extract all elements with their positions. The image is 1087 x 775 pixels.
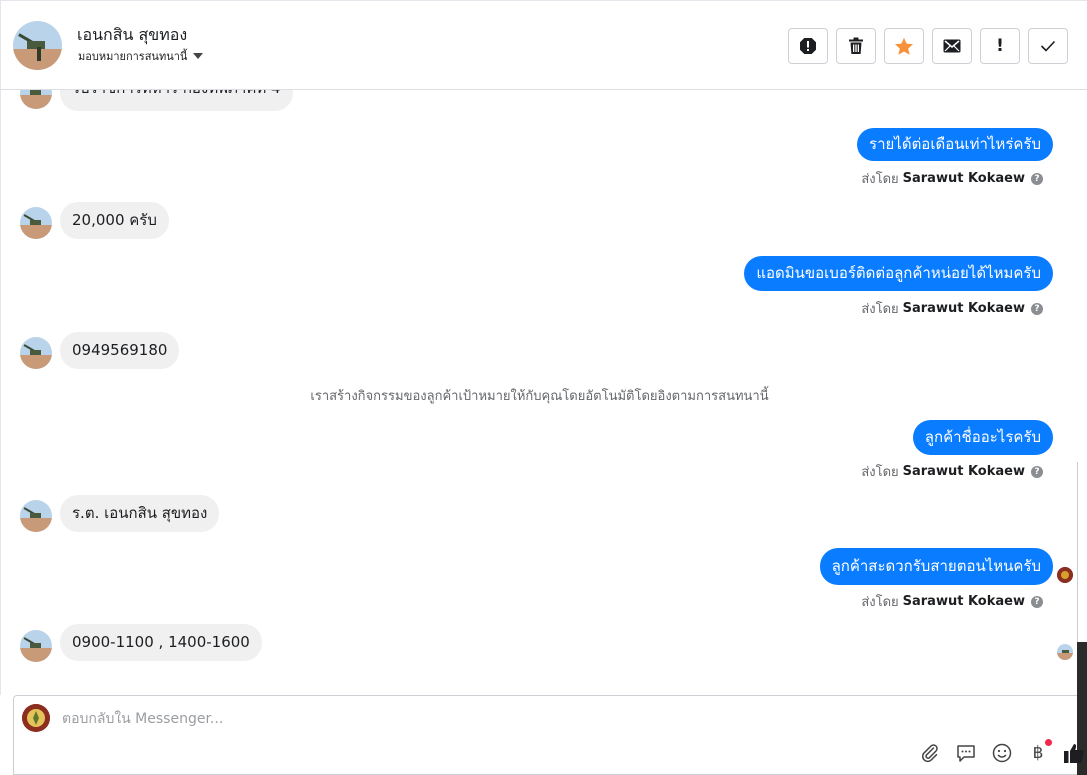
reply-input[interactable] xyxy=(62,708,862,730)
message-outgoing: รายได้ต่อเดือนเท่าไหร่ครับ xyxy=(857,128,1053,161)
exclamation-icon: ! xyxy=(996,36,1004,56)
paperclip-icon xyxy=(922,744,938,763)
header-actions: ! xyxy=(788,28,1068,64)
thumbs-up-icon xyxy=(1064,744,1084,763)
baht-icon: ฿ xyxy=(1032,743,1044,763)
sent-by-prefix: ส่งโดย xyxy=(861,465,899,480)
mark-unread-button[interactable] xyxy=(932,28,972,64)
mail-icon xyxy=(943,39,961,53)
star-icon xyxy=(895,37,913,55)
side-panel-edge xyxy=(1077,462,1087,642)
message-outgoing: แอดมินขอเบอร์ติดต่อลูกค้าหน่อยได้ไหมครับ xyxy=(744,256,1053,291)
report-button[interactable] xyxy=(788,28,828,64)
contact-avatar-small xyxy=(20,90,52,109)
seen-indicator-avatar xyxy=(1057,567,1073,583)
assign-conversation-dropdown[interactable]: มอบหมายการสนทนานี้ xyxy=(78,47,204,65)
contact-avatar[interactable] xyxy=(13,21,62,70)
sender-name: Sarawut Kokaew xyxy=(902,464,1025,479)
mark-done-button[interactable] xyxy=(1028,28,1068,64)
sender-name: Sarawut Kokaew xyxy=(902,301,1025,316)
sent-by-label: ส่งโดย Sarawut Kokaew ? xyxy=(861,461,1043,482)
composer-tools: ฿ xyxy=(919,739,1085,764)
attach-button[interactable] xyxy=(919,742,941,764)
seen-indicator-avatar xyxy=(1057,644,1073,660)
check-icon xyxy=(1040,40,1056,52)
caret-down-icon xyxy=(193,53,204,59)
sent-by-prefix: ส่งโดย xyxy=(861,595,899,610)
system-note: เราสร้างกิจกรรมของลูกค้าเป้าหมายให้กับคุ… xyxy=(310,389,769,404)
sent-by-prefix: ส่งโดย xyxy=(861,302,899,317)
contact-avatar-small xyxy=(20,500,52,532)
help-icon[interactable]: ? xyxy=(1031,302,1043,315)
assign-label: มอบหมายการสนทนานี้ xyxy=(78,50,188,63)
sent-by-label: ส่งโดย Sarawut Kokaew ? xyxy=(861,168,1043,189)
smiley-icon xyxy=(992,743,1012,763)
page-avatar xyxy=(22,704,50,732)
contact-avatar-small xyxy=(20,207,52,239)
sender-name: Sarawut Kokaew xyxy=(902,171,1025,186)
help-icon[interactable]: ? xyxy=(1031,172,1043,185)
sent-by-label: ส่งโดย Sarawut Kokaew ? xyxy=(861,298,1043,319)
message-incoming: รับราชการทหาร กองทัพภาคที่ 4 xyxy=(60,90,293,111)
help-icon[interactable]: ? xyxy=(1031,595,1043,608)
delete-button[interactable] xyxy=(836,28,876,64)
message-thread[interactable]: รับราชการทหาร กองทัพภาคที่ 4 รายได้ต่อเด… xyxy=(0,90,1077,695)
conversation-header: เอนกสิน สุขทอง มอบหมายการสนทนานี้ ! xyxy=(0,0,1087,90)
star-button[interactable] xyxy=(884,28,924,64)
sent-by-label: ส่งโดย Sarawut Kokaew ? xyxy=(861,591,1043,612)
like-button[interactable] xyxy=(1063,742,1085,764)
sent-by-prefix: ส่งโดย xyxy=(861,172,899,187)
contact-avatar-small xyxy=(20,337,52,369)
message-incoming: 20,000 ครับ xyxy=(60,202,169,239)
contact-avatar-small xyxy=(20,630,52,662)
help-icon[interactable]: ? xyxy=(1031,465,1043,478)
message-composer: ฿ xyxy=(13,695,1084,775)
report-icon xyxy=(800,38,816,54)
sender-name: Sarawut Kokaew xyxy=(902,594,1025,609)
trash-icon xyxy=(849,37,863,54)
saved-replies-button[interactable] xyxy=(955,742,977,764)
message-incoming: ร.ต. เอนกสิน สุขทอง xyxy=(60,495,220,532)
message-outgoing: ลูกค้าสะดวกรับสายตอนไหนครับ xyxy=(819,548,1053,585)
message-incoming: 0949569180 xyxy=(60,332,180,369)
payment-button[interactable]: ฿ xyxy=(1027,739,1052,764)
message-incoming: 0900-1100 , 1400-1600 xyxy=(60,624,262,661)
spam-button[interactable]: ! xyxy=(980,28,1020,64)
contact-name: เอนกสิน สุขทอง xyxy=(77,25,188,44)
notification-dot xyxy=(1045,739,1052,746)
emoji-button[interactable] xyxy=(991,742,1013,764)
message-outgoing: ลูกค้าชื่ออะไรครับ xyxy=(912,420,1053,455)
chat-bubble-icon xyxy=(957,745,975,762)
